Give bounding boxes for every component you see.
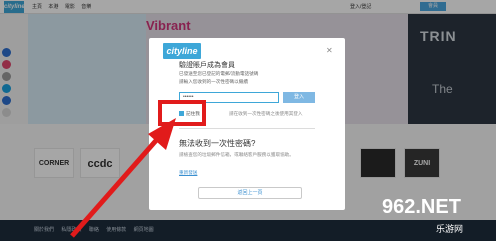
watermark-subtitle: 乐游网 bbox=[436, 224, 464, 234]
watermark-logo: 962.NET bbox=[382, 196, 461, 218]
